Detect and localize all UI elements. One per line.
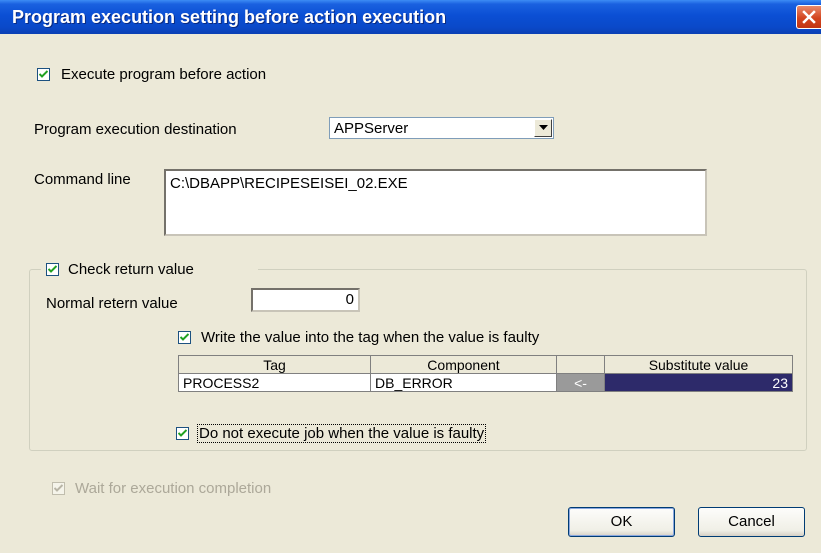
- wait-completion-checkbox[interactable]: [52, 482, 65, 495]
- ok-button[interactable]: OK: [568, 507, 675, 537]
- close-button[interactable]: [796, 5, 821, 29]
- command-line-value: C:\DBAPP\RECIPESEISEI_02.EXE: [170, 175, 408, 192]
- column-header-arrow[interactable]: [556, 355, 605, 374]
- title-bar[interactable]: Program execution setting before action …: [0, 0, 821, 34]
- column-header-tag[interactable]: Tag: [178, 355, 371, 374]
- substitute-table: Tag Component Substitute value PROCESS2 …: [178, 355, 793, 392]
- cell-arrow[interactable]: <-: [556, 373, 605, 392]
- execute-program-checkbox[interactable]: [37, 68, 50, 81]
- cell-tag[interactable]: PROCESS2: [178, 373, 371, 392]
- table-row[interactable]: PROCESS2 DB_ERROR <- 23: [178, 373, 793, 392]
- check-return-checkbox[interactable]: [46, 263, 59, 276]
- cancel-button[interactable]: Cancel: [698, 507, 805, 537]
- chevron-down-icon: [539, 125, 548, 130]
- execute-program-label[interactable]: Execute program before action: [61, 66, 266, 83]
- checkmark-icon: [48, 265, 57, 273]
- destination-value: APPServer: [334, 120, 409, 137]
- check-return-label[interactable]: Check return value: [68, 261, 194, 278]
- checkmark-icon: [178, 429, 187, 437]
- normal-return-value: 0: [345, 291, 354, 308]
- command-line-input[interactable]: C:\DBAPP\RECIPESEISEI_02.EXE: [164, 169, 707, 236]
- write-value-checkbox[interactable]: [178, 331, 191, 344]
- cell-substitute-value[interactable]: 23: [604, 373, 793, 392]
- normal-return-label: Normal retern value: [46, 295, 178, 312]
- destination-dropdown[interactable]: APPServer: [329, 117, 554, 139]
- column-header-substitute[interactable]: Substitute value: [604, 355, 793, 374]
- column-header-component[interactable]: Component: [370, 355, 557, 374]
- table-header-row: Tag Component Substitute value: [178, 355, 793, 374]
- normal-return-input[interactable]: 0: [251, 288, 360, 312]
- cell-component[interactable]: DB_ERROR: [370, 373, 557, 392]
- checkmark-icon: [54, 484, 63, 492]
- wait-completion-label[interactable]: Wait for execution completion: [75, 480, 271, 497]
- destination-label: Program execution destination: [34, 121, 237, 138]
- command-line-label: Command line: [34, 171, 131, 188]
- dropdown-arrow-button[interactable]: [534, 119, 552, 137]
- checkmark-icon: [180, 333, 189, 341]
- no-exec-label[interactable]: Do not execute job when the value is fau…: [196, 424, 487, 443]
- window-title: Program execution setting before action …: [12, 7, 447, 27]
- write-value-label[interactable]: Write the value into the tag when the va…: [201, 329, 539, 346]
- no-exec-checkbox[interactable]: [176, 427, 189, 440]
- close-icon: [802, 10, 816, 24]
- checkmark-icon: [39, 70, 48, 78]
